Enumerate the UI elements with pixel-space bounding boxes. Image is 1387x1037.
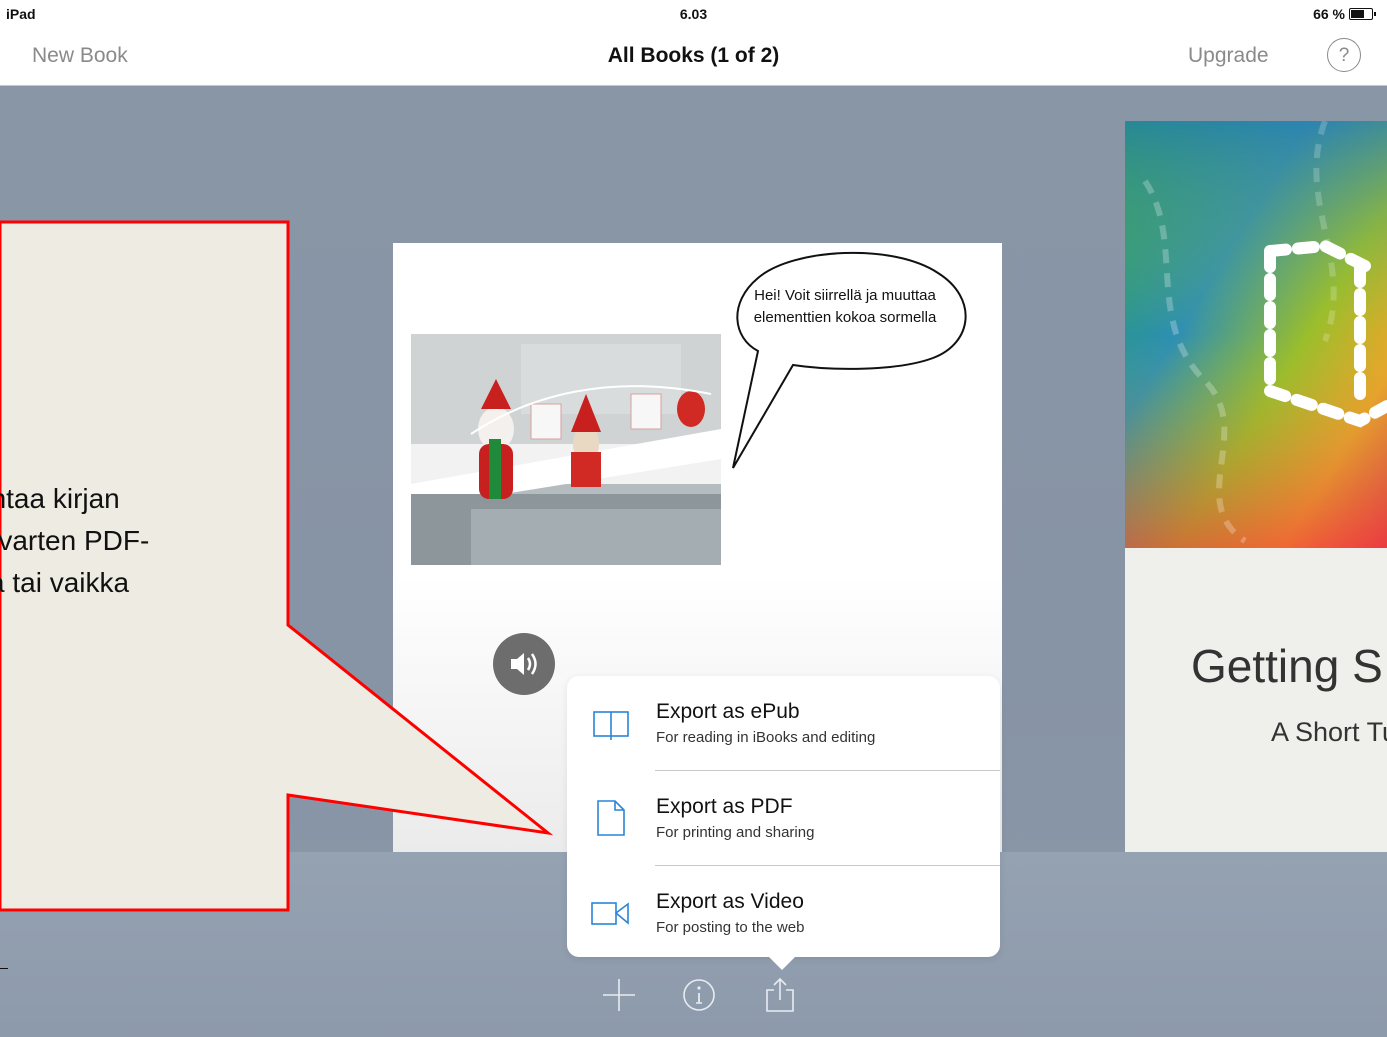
- export-epub-subtitle: For reading in iBooks and editing: [656, 729, 876, 746]
- callout-line: sa tai vaikka: [0, 567, 130, 598]
- export-video-title: Export as Video: [656, 890, 804, 913]
- speaker-icon: [511, 653, 537, 675]
- battery-icon: [1349, 8, 1376, 20]
- export-pdf-subtitle: For printing and sharing: [656, 824, 815, 841]
- callout-text: entaa kirjan a varten PDF- sa tai vaikka: [0, 478, 280, 604]
- audio-button[interactable]: [493, 633, 555, 695]
- plus-icon[interactable]: [601, 977, 637, 1013]
- navigation-bar: New Book All Books (1 of 2) Upgrade ?: [0, 30, 1387, 86]
- video-camera-icon: [591, 902, 629, 925]
- info-icon[interactable]: [681, 977, 717, 1013]
- export-video-option[interactable]: Export as Video For posting to the web: [567, 866, 1000, 960]
- question-mark-icon: ?: [1338, 45, 1350, 66]
- document-icon: [597, 800, 625, 836]
- help-button[interactable]: ?: [1327, 38, 1361, 72]
- callout-line: entaa kirjan: [0, 483, 120, 514]
- status-bar: iPad 6.03 66 %: [0, 0, 1387, 30]
- speech-bubble-text: Hei! Voit siirrellä ja muuttaa elementti…: [753, 287, 937, 326]
- share-icon[interactable]: [762, 977, 798, 1013]
- export-epub-option[interactable]: Export as ePub For reading in iBooks and…: [567, 676, 1000, 770]
- export-epub-title: Export as ePub: [656, 700, 800, 723]
- divider: [0, 968, 8, 969]
- battery-percent: 66 %: [1313, 6, 1345, 22]
- popover-arrow: [768, 956, 796, 970]
- callout-line: a varten PDF-: [0, 525, 150, 556]
- upgrade-button[interactable]: Upgrade: [1188, 44, 1269, 68]
- page-title: All Books (1 of 2): [607, 44, 780, 67]
- getting-started-book[interactable]: Getting S A Short Tu: [1125, 121, 1387, 852]
- export-video-subtitle: For posting to the web: [656, 919, 805, 936]
- book-title: Getting S: [1191, 640, 1383, 692]
- battery-status: 66 %: [1313, 6, 1376, 22]
- clock: 6.03: [679, 6, 708, 22]
- book-subtitle: A Short Tu: [1271, 717, 1387, 747]
- export-pdf-option[interactable]: Export as PDF For printing and sharing: [567, 771, 1000, 865]
- export-pdf-title: Export as PDF: [656, 795, 793, 818]
- book-icon: [593, 711, 629, 740]
- book-cover-art: [1125, 121, 1387, 548]
- export-popover: Export as ePub For reading in iBooks and…: [567, 676, 1000, 957]
